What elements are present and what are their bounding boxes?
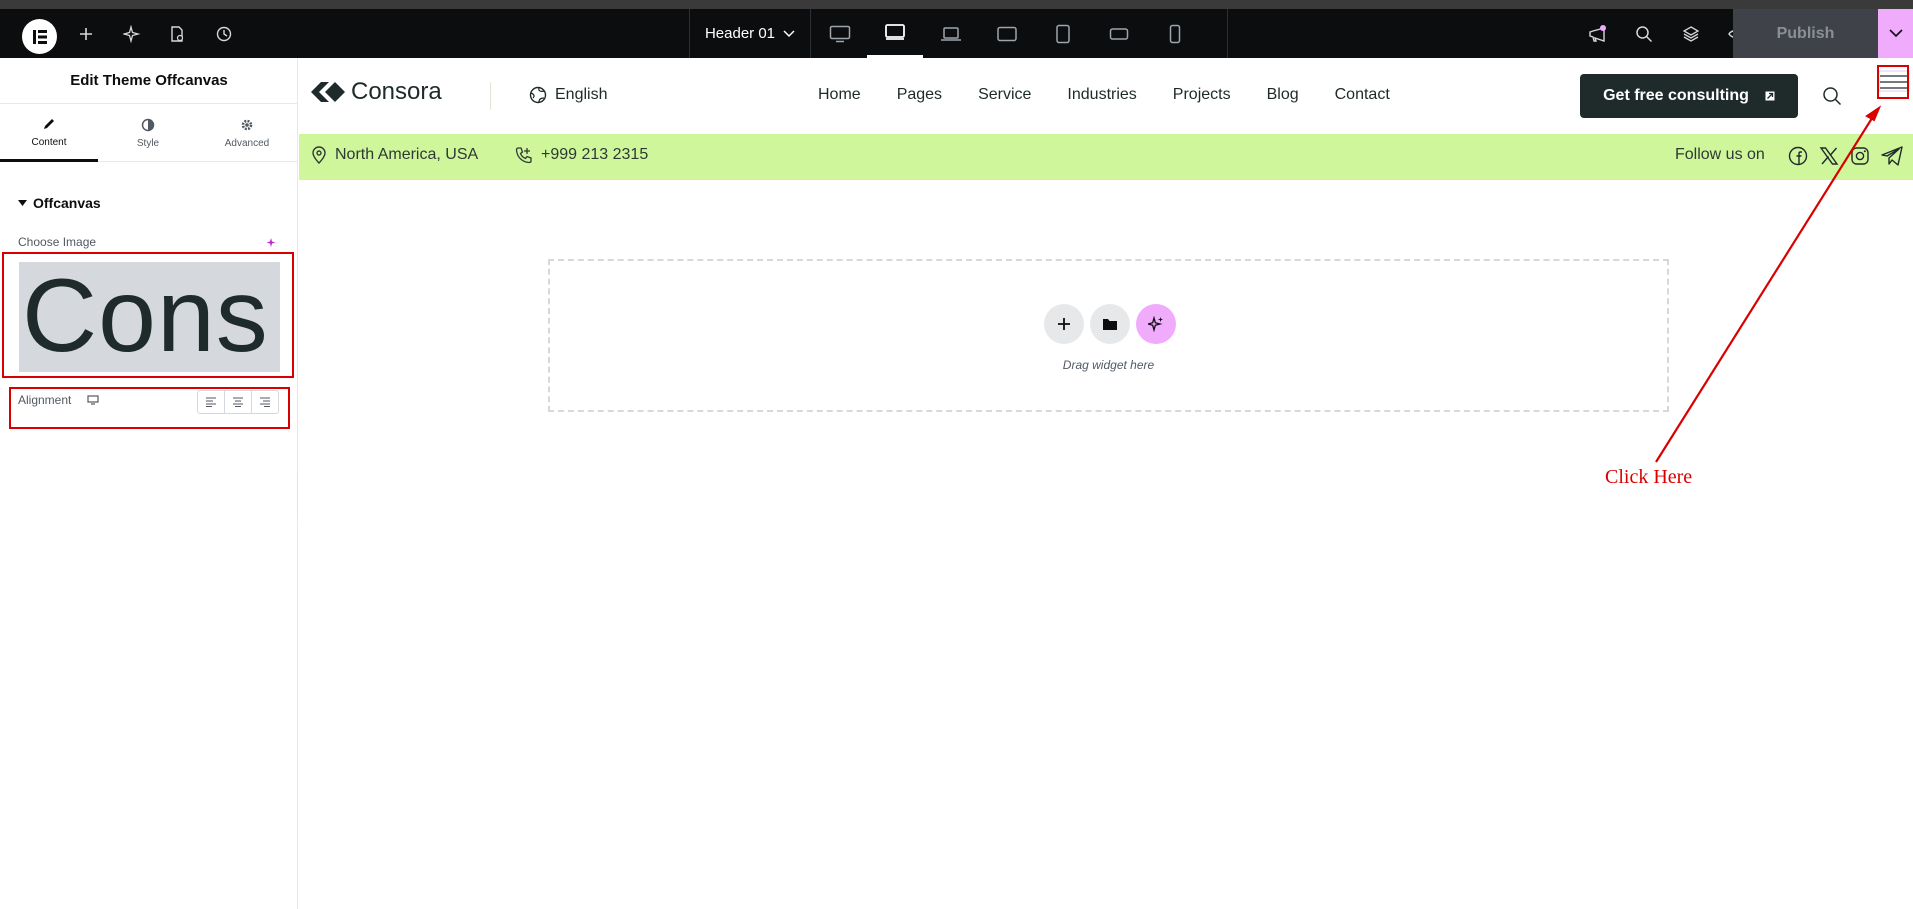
nav-industries[interactable]: Industries: [1067, 86, 1136, 104]
whats-new-icon[interactable]: [1579, 9, 1615, 58]
align-center-icon: [233, 397, 243, 407]
ai-sparkle-icon[interactable]: [114, 9, 150, 58]
nav-pages[interactable]: Pages: [897, 86, 942, 104]
align-center-button[interactable]: [225, 391, 252, 413]
half-circle-icon: [141, 118, 155, 132]
add-icon[interactable]: [68, 9, 104, 58]
telegram-icon[interactable]: [1881, 146, 1903, 166]
alignment-button-group: [197, 390, 279, 414]
cta-label: Get free consulting: [1603, 87, 1749, 104]
search-icon[interactable]: [1626, 9, 1662, 58]
x-icon[interactable]: [1819, 146, 1839, 166]
panel-title: Edit Theme Offcanvas: [0, 58, 298, 104]
site-logo[interactable]: Consora: [311, 78, 442, 106]
ai-sparkle-icon[interactable]: [266, 237, 278, 249]
follow-label: Follow us on: [1675, 146, 1765, 164]
alignment-label: Alignment: [18, 393, 72, 407]
nav-projects[interactable]: Projects: [1173, 86, 1231, 104]
phone-item[interactable]: +999 213 2315: [515, 146, 648, 164]
annotation-highlight-box: Cons: [2, 252, 294, 378]
history-icon[interactable]: [206, 9, 242, 58]
publish-button[interactable]: Publish: [1733, 9, 1878, 58]
elementor-logo-icon[interactable]: [22, 19, 57, 54]
section-offcanvas-label: Offcanvas: [33, 195, 101, 211]
align-left-icon: [206, 397, 216, 407]
ai-sparkle-icon: [1148, 316, 1163, 332]
structure-icon[interactable]: [1673, 9, 1709, 58]
annotation-click-here: Click Here: [1605, 466, 1693, 488]
header-info-bar: North America, USA +999 213 2315 Follow …: [299, 134, 1913, 180]
mobile-landscape-icon[interactable]: [1091, 9, 1147, 58]
nav-blog[interactable]: Blog: [1267, 86, 1299, 104]
mobile-icon[interactable]: [1147, 9, 1203, 58]
preview-canvas: Consora English Home Pages Service Indus…: [299, 58, 1913, 909]
caret-down-icon: [18, 200, 27, 206]
tablet-extra-icon[interactable]: [979, 9, 1035, 58]
dropzone-hint: Drag widget here: [1062, 358, 1155, 372]
phone-icon: [515, 147, 532, 164]
tab-content[interactable]: Content: [0, 105, 98, 162]
brand-logo-icon: [311, 82, 345, 102]
tablet-landscape-icon[interactable]: [867, 9, 923, 58]
folder-icon: [1103, 319, 1117, 330]
tab-advanced[interactable]: Advanced: [198, 105, 296, 162]
document-selector[interactable]: Header 01: [689, 9, 811, 58]
editor-top-bar: Header 01 Publish: [0, 9, 1913, 58]
map-pin-icon: [312, 146, 326, 164]
dropzone-actions: [1044, 304, 1176, 344]
nav-contact[interactable]: Contact: [1335, 86, 1390, 104]
tab-style[interactable]: Style: [99, 105, 197, 162]
nav-service[interactable]: Service: [978, 86, 1031, 104]
add-section-button[interactable]: [1044, 304, 1084, 344]
laptop-icon[interactable]: [923, 9, 979, 58]
get-free-consulting-button[interactable]: Get free consulting: [1580, 74, 1798, 118]
image-preview[interactable]: Cons: [19, 262, 280, 372]
phone-text: +999 213 2315: [541, 146, 649, 163]
site-header: Consora English Home Pages Service Indus…: [299, 58, 1913, 134]
image-preview-text: Cons: [22, 262, 269, 372]
chevron-down-icon: [1888, 29, 1903, 38]
choose-image-label: Choose Image: [18, 235, 97, 249]
empty-section-dropzone[interactable]: Drag widget here: [548, 259, 1669, 412]
follow-text: Follow us on: [1675, 146, 1765, 163]
tab-advanced-label: Advanced: [224, 138, 270, 149]
brand-name: Consora: [351, 78, 442, 105]
instagram-icon[interactable]: [1850, 146, 1870, 166]
window-top-strip: [0, 0, 1913, 9]
tab-style-label: Style: [136, 138, 160, 149]
location-text: North America, USA: [335, 146, 479, 163]
pencil-icon: [44, 118, 54, 129]
nav-home[interactable]: Home: [818, 86, 861, 104]
globe-icon: [529, 86, 547, 104]
add-template-button[interactable]: [1090, 304, 1130, 344]
publish-options-button[interactable]: [1878, 9, 1913, 58]
social-links: [1788, 146, 1903, 166]
annotation-highlight-box: [1877, 65, 1909, 99]
tab-content-label: Content: [31, 136, 67, 148]
editor-panel: Edit Theme Offcanvas Content Style Advan…: [0, 58, 298, 909]
arrow-icon: [1765, 91, 1775, 101]
align-right-button[interactable]: [252, 391, 278, 413]
desktop-icon[interactable]: [87, 395, 99, 405]
align-left-button[interactable]: [198, 391, 225, 413]
language-label: English: [555, 86, 608, 103]
location-item: North America, USA: [311, 146, 478, 164]
gear-icon: [241, 119, 253, 131]
tablet-portrait-icon[interactable]: [1035, 9, 1091, 58]
section-offcanvas[interactable]: Offcanvas: [18, 195, 101, 211]
desktop-icon[interactable]: [812, 9, 868, 58]
panel-tabs: Content Style Advanced: [0, 105, 298, 162]
search-icon[interactable]: [1822, 86, 1842, 106]
ai-build-button[interactable]: [1136, 304, 1176, 344]
document-title: Header 01: [704, 25, 776, 42]
add-icon: [1058, 318, 1070, 330]
main-nav: Home Pages Service Industries Projects B…: [818, 86, 1390, 104]
language-selector[interactable]: English: [529, 86, 607, 104]
responsive-device-switcher: [812, 9, 1228, 58]
page-settings-icon[interactable]: [159, 9, 195, 58]
facebook-icon[interactable]: [1788, 146, 1808, 166]
align-right-icon: [260, 397, 270, 407]
header-divider: [490, 82, 491, 110]
chevron-down-icon: [783, 29, 795, 37]
